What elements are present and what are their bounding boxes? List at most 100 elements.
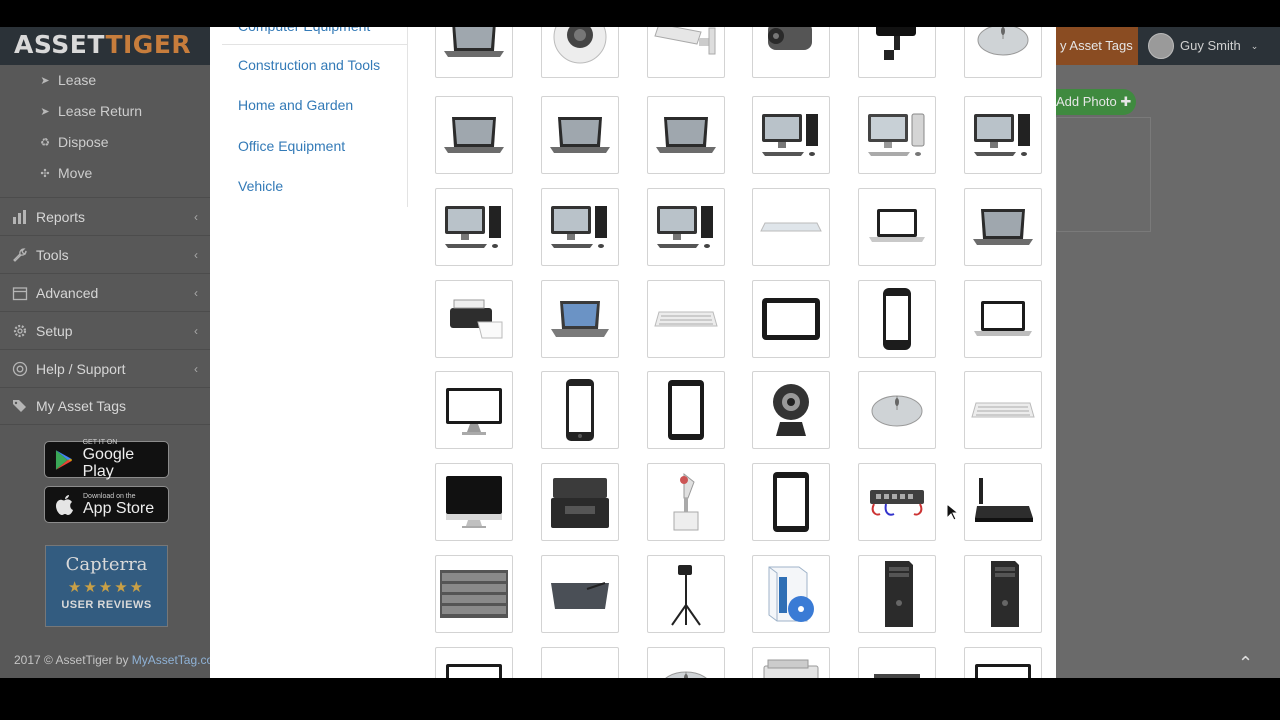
- app-logo[interactable]: ASSETTIGER: [14, 30, 191, 59]
- asset-image-thumbnail-ptz-camera[interactable]: [858, 27, 936, 78]
- category-office-equipment[interactable]: Office Equipment: [238, 138, 345, 154]
- tablet-landscape-icon: [762, 298, 820, 340]
- laptop-icon: [550, 117, 610, 153]
- category-computer-equipment[interactable]: Computer Equipment: [222, 27, 408, 45]
- asset-image-thumbnail-printer[interactable]: [435, 280, 513, 358]
- projector-icon: [673, 472, 699, 531]
- asset-image-thumbnail-monitor[interactable]: [435, 371, 513, 449]
- asset-image-thumbnail-desktop[interactable]: [435, 188, 513, 266]
- user-menu[interactable]: Guy Smith ⌄: [1148, 27, 1258, 65]
- sidebar-subitem-lease-return[interactable]: ➤ Lease Return: [38, 103, 142, 119]
- asset-image-thumbnail-mouse[interactable]: [964, 27, 1042, 78]
- printer-icon: [450, 299, 503, 339]
- asset-image-thumbnail-mouse[interactable]: [858, 371, 936, 449]
- asset-image-thumbnail-laptop[interactable]: [435, 96, 513, 174]
- asset-image-thumbnail-mouse[interactable]: [647, 647, 725, 678]
- chart-icon: [13, 209, 26, 224]
- asset-image-thumbnail-server-rack[interactable]: [435, 555, 513, 633]
- asset-image-thumbnail-monitor[interactable]: [435, 647, 513, 678]
- send-icon: ➤: [40, 74, 50, 87]
- asset-image-thumbnail-desktop-silver[interactable]: [858, 96, 936, 174]
- asset-image-thumbnail-laser-printer[interactable]: [541, 463, 619, 541]
- asset-image-thumbnail-desktop[interactable]: [541, 188, 619, 266]
- tower-pc-icon: [991, 561, 1019, 627]
- asset-image-thumbnail-keyboard[interactable]: [964, 371, 1042, 449]
- asset-image-thumbnail-desktop[interactable]: [647, 188, 725, 266]
- laptop-outline-icon: [974, 301, 1032, 336]
- cctv-camera-icon: [768, 27, 812, 50]
- sidebar-item-reports[interactable]: Reports ‹: [0, 197, 210, 235]
- asset-image-thumbnail-cctv-camera[interactable]: [752, 27, 830, 78]
- sidebar-subitem-dispose[interactable]: ♻ Dispose: [38, 134, 109, 150]
- asset-image-thumbnail-bullet-camera[interactable]: [647, 27, 725, 78]
- asset-image-thumbnail-light-stand[interactable]: [647, 555, 725, 633]
- asset-image-thumbnail-drawing-tablet[interactable]: [541, 555, 619, 633]
- asset-image-thumbnail-scanner[interactable]: [858, 647, 936, 678]
- tags-icon: [13, 400, 26, 412]
- category-construction-and-tools[interactable]: Construction and Tools: [238, 57, 380, 73]
- asset-image-thumbnail-projector[interactable]: [647, 463, 725, 541]
- asset-image-thumbnail-webcam[interactable]: [752, 371, 830, 449]
- monitor-icon: [446, 388, 502, 435]
- asset-image-thumbnail-laptop-outline[interactable]: [964, 280, 1042, 358]
- app-store-badge[interactable]: Download on the App Store: [44, 486, 169, 523]
- phone-icon: [566, 379, 594, 441]
- asset-image-thumbnail-tower-pc[interactable]: [858, 555, 936, 633]
- asset-image-thumbnail-network-switch[interactable]: [858, 463, 936, 541]
- capterra-badge[interactable]: Capterra ★★★★★ USER REVIEWS: [45, 545, 168, 627]
- asset-image-thumbnail-tablet-landscape[interactable]: [752, 280, 830, 358]
- apple-icon: [56, 494, 73, 515]
- asset-image-thumbnail-laptop[interactable]: [964, 188, 1042, 266]
- sidebar-item-advanced[interactable]: Advanced ‹: [0, 273, 210, 311]
- scroll-top-icon[interactable]: ⌃: [1238, 653, 1253, 674]
- sidebar-item-tools[interactable]: Tools ‹: [0, 235, 210, 273]
- copier-icon: [763, 659, 819, 678]
- asset-image-thumbnail-thin-device[interactable]: [752, 188, 830, 266]
- add-photo-button[interactable]: Add Photo ✚: [1048, 89, 1136, 115]
- asset-image-thumbnail-macbook[interactable]: [858, 188, 936, 266]
- light-stand-icon: [671, 565, 701, 626]
- asset-image-thumbnail-tablet[interactable]: [752, 463, 830, 541]
- asset-image-thumbnail-phone[interactable]: [541, 371, 619, 449]
- asset-image-thumbnail-desktop[interactable]: [752, 96, 830, 174]
- asset-image-thumbnail-imac[interactable]: [435, 463, 513, 541]
- asset-image-thumbnail-keyboard[interactable]: [647, 280, 725, 358]
- asset-image-thumbnail-dome-camera[interactable]: [541, 27, 619, 78]
- asset-image-thumbnail-laptop[interactable]: [647, 96, 725, 174]
- sidebar-item-my-asset-tags[interactable]: My Asset Tags: [0, 387, 210, 425]
- category-vehicle[interactable]: Vehicle: [238, 178, 283, 194]
- tablet-icon: [773, 472, 809, 532]
- asset-image-thumbnail-desktop[interactable]: [964, 96, 1042, 174]
- thin-device-icon: [760, 222, 822, 232]
- scanner-icon: [874, 674, 920, 678]
- laptop-icon: [973, 209, 1033, 245]
- router-icon: [975, 478, 1033, 522]
- my-asset-tags-button[interactable]: y Asset Tags: [1048, 27, 1138, 65]
- move-icon: ✣: [40, 167, 50, 180]
- asset-image-thumbnail-laptop-blue[interactable]: [541, 280, 619, 358]
- keyboard-icon: [971, 402, 1035, 418]
- gear-icon: [13, 324, 27, 337]
- category-home-and-garden[interactable]: Home and Garden: [238, 97, 353, 113]
- laptop-icon: [656, 117, 716, 153]
- recycle-icon: ♻: [40, 136, 50, 149]
- asset-image-thumbnail-monitor[interactable]: [964, 647, 1042, 678]
- sidebar-item-help-support[interactable]: Help / Support ‹: [0, 349, 210, 387]
- google-play-badge[interactable]: GET IT ON Google Play: [44, 439, 169, 480]
- asset-image-thumbnail-router[interactable]: [964, 463, 1042, 541]
- asset-image-thumbnail-tablet[interactable]: [647, 371, 725, 449]
- mouse-icon: [977, 27, 1029, 56]
- asset-image-thumbnail-laptop[interactable]: [541, 96, 619, 174]
- asset-image-thumbnail-laptop[interactable]: [435, 27, 513, 78]
- google-play-icon: [55, 449, 72, 470]
- sidebar-subitem-lease[interactable]: ➤ Lease: [38, 72, 96, 88]
- asset-image-thumbnail-tower-pc[interactable]: [964, 555, 1042, 633]
- wrench-icon: [13, 247, 27, 262]
- sidebar-subitem-move[interactable]: ✣ Move: [38, 165, 92, 181]
- asset-image-thumbnail-copier[interactable]: [752, 647, 830, 678]
- chevron-left-icon: ‹: [194, 323, 198, 338]
- sidebar-item-setup[interactable]: Setup ‹: [0, 311, 210, 349]
- asset-image-thumbnail-software-box[interactable]: [752, 555, 830, 633]
- asset-image-thumbnail-keyboard[interactable]: [541, 647, 619, 678]
- asset-image-thumbnail-smartphone[interactable]: [858, 280, 936, 358]
